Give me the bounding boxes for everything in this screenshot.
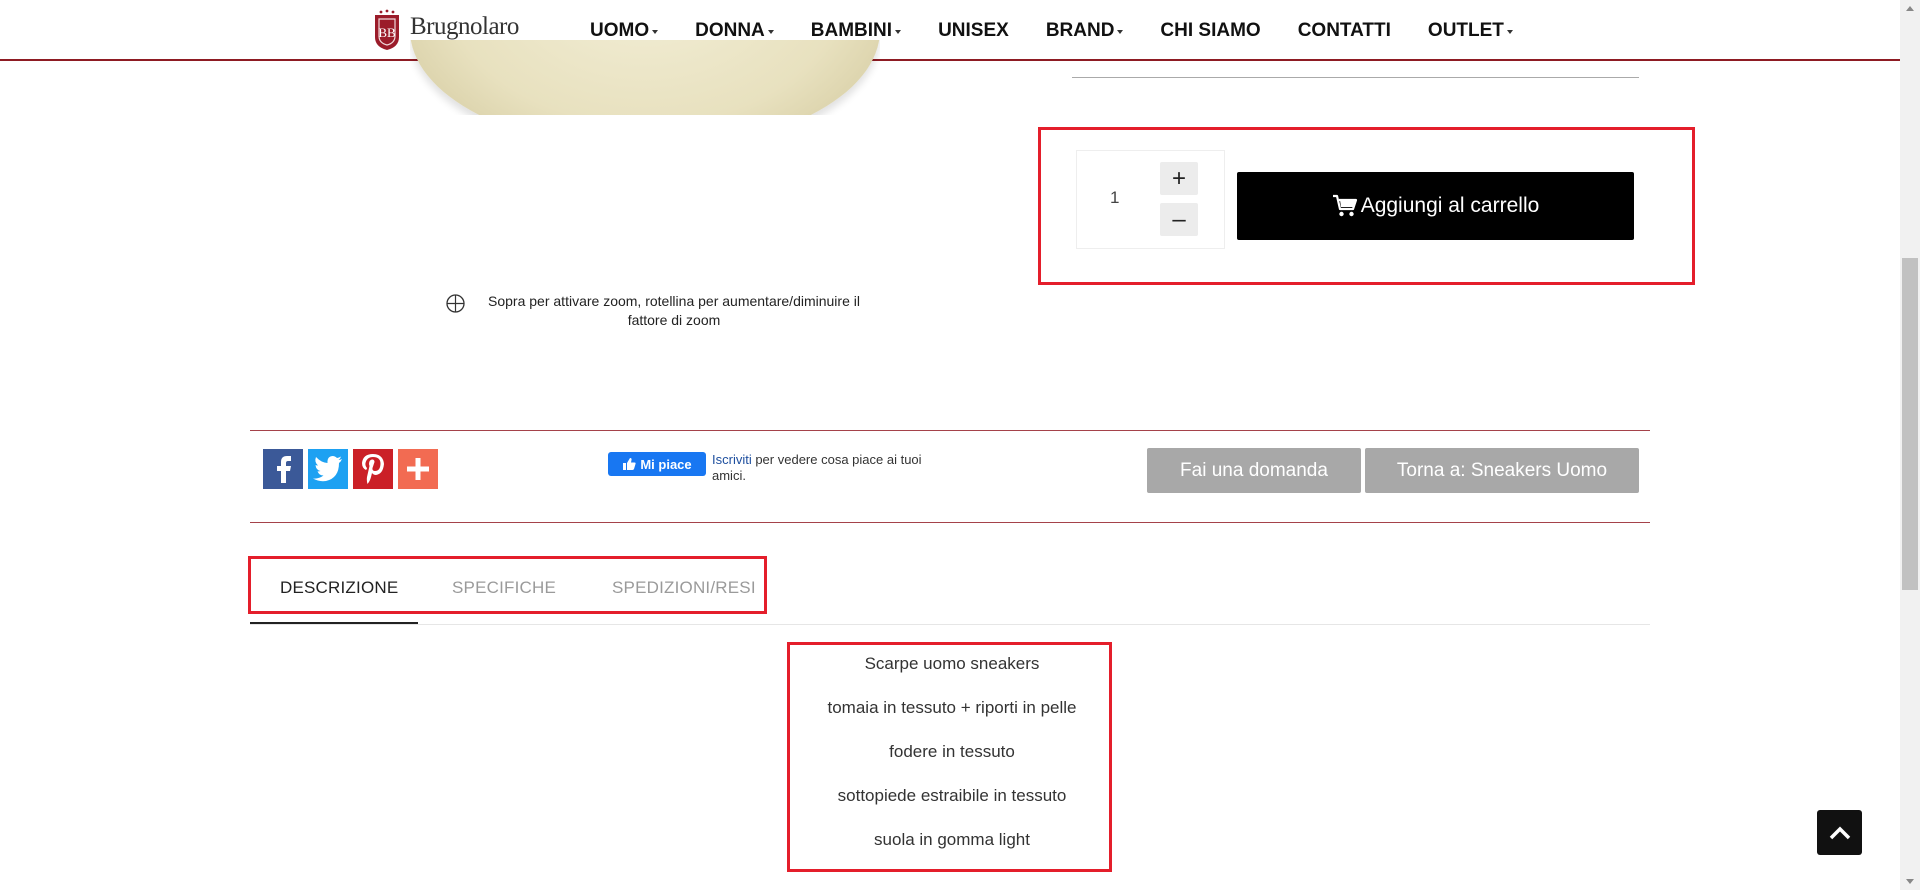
plus-icon xyxy=(407,458,429,480)
description-line: suola in gomma light xyxy=(874,830,1030,849)
pinterest-share-button[interactable] xyxy=(353,449,393,489)
scroll-up-arrow-icon[interactable] xyxy=(1900,0,1920,17)
top-navigation: BB Brugnolaro .com UOMO DONNA BAMBINI UN… xyxy=(0,0,1900,61)
tab-specifiche[interactable]: SPECIFICHE xyxy=(452,578,556,598)
nav-label: CONTATTI xyxy=(1297,19,1391,41)
description-line: sottopiede estraibile in tessuto xyxy=(837,786,1067,805)
zoom-hint: Sopra per attivare zoom, rotellina per a… xyxy=(488,293,860,328)
tabs-baseline xyxy=(250,624,1650,625)
divider-red xyxy=(250,430,1650,431)
nav-item-outlet[interactable]: OUTLET xyxy=(1428,20,1513,42)
nav-label: DONNA xyxy=(695,19,765,41)
description-line: tomaia in tessuto + riporti in pelle xyxy=(827,698,1077,717)
facebook-like-text: Iscriviti per vedere cosa piace ai tuoi … xyxy=(712,452,932,484)
facebook-share-button[interactable] xyxy=(263,449,303,489)
caret-down-icon xyxy=(652,29,659,34)
nav-item-donna[interactable]: DONNA xyxy=(695,20,774,42)
quantity-increase-button[interactable]: + xyxy=(1160,162,1198,195)
shoe-sole-shape xyxy=(410,40,880,115)
nav-item-contatti[interactable]: CONTATTI xyxy=(1298,20,1391,42)
divider-red xyxy=(250,522,1650,523)
logo-name: Brugnolaro xyxy=(410,13,519,40)
more-share-button[interactable] xyxy=(398,449,438,489)
page-scrollbar[interactable] xyxy=(1900,0,1920,890)
nav-item-brand[interactable]: BRAND xyxy=(1046,20,1124,42)
caret-down-icon xyxy=(767,29,774,34)
divider xyxy=(1072,77,1639,78)
nav-label: UOMO xyxy=(590,19,650,41)
pinterest-icon xyxy=(362,454,384,484)
caret-down-icon xyxy=(1506,29,1513,34)
tab-descrizione[interactable]: DESCRIZIONE xyxy=(280,578,398,598)
quantity-input[interactable]: 1 xyxy=(1110,188,1119,208)
product-image[interactable] xyxy=(410,40,880,115)
tab-spedizioni-resi[interactable]: SPEDIZIONI/RESI xyxy=(612,578,756,598)
caret-down-icon xyxy=(1117,29,1124,34)
scroll-down-arrow-icon[interactable] xyxy=(1900,873,1920,890)
twitter-icon xyxy=(313,456,342,482)
add-to-cart-button[interactable]: Aggiungi al carrello xyxy=(1237,172,1634,240)
chevron-up-icon xyxy=(1829,826,1850,839)
description-line: fodere in tessuto xyxy=(889,742,1015,761)
nav-item-unisex[interactable]: UNISEX xyxy=(938,20,1009,42)
facebook-like-label: Mi piace xyxy=(640,456,692,472)
nav-label: CHI SIAMO xyxy=(1160,19,1261,41)
nav-label: UNISEX xyxy=(938,19,1009,41)
scrollbar-thumb[interactable] xyxy=(1902,258,1918,590)
caret-down-icon xyxy=(895,29,902,34)
nav-item-chi-siamo[interactable]: CHI SIAMO xyxy=(1160,20,1260,42)
crest-icon: BB xyxy=(375,9,399,50)
active-tab-indicator xyxy=(250,622,418,624)
cart-icon xyxy=(1332,194,1357,217)
svg-text:BB: BB xyxy=(378,25,396,40)
back-to-category-button[interactable]: Torna a: Sneakers Uomo xyxy=(1365,448,1639,493)
nav-item-uomo[interactable]: UOMO xyxy=(590,19,659,42)
nav-label: BRAND xyxy=(1045,19,1115,41)
ask-question-button[interactable]: Fai una domanda xyxy=(1147,448,1361,493)
nav-item-bambini[interactable]: BAMBINI xyxy=(810,19,902,42)
facebook-signup-link[interactable]: Iscriviti xyxy=(712,452,752,467)
nav-label: OUTLET xyxy=(1427,19,1504,41)
quantity-decrease-button[interactable]: – xyxy=(1160,203,1198,236)
facebook-like-button[interactable]: Mi piace xyxy=(608,452,706,476)
twitter-share-button[interactable] xyxy=(308,449,348,489)
thumbs-up-icon xyxy=(623,458,636,470)
add-to-cart-label: Aggiungi al carrello xyxy=(1360,194,1540,217)
nav-label: BAMBINI xyxy=(810,19,893,41)
facebook-icon xyxy=(277,456,291,483)
description-line: Scarpe uomo sneakers xyxy=(864,654,1040,673)
back-to-top-button[interactable] xyxy=(1817,810,1862,855)
quantity-box xyxy=(1076,150,1225,249)
